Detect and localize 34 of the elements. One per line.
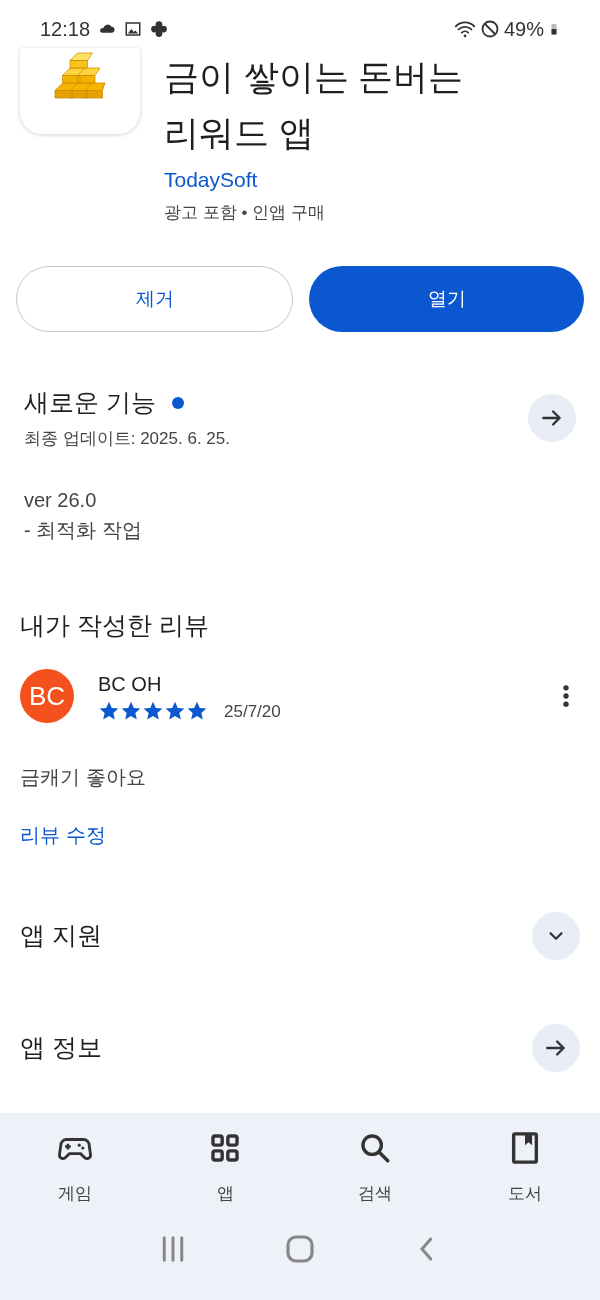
nav-tab[interactable]: 게임 (0, 1131, 150, 1207)
edit-review-link[interactable]: 리뷰 수정 (20, 820, 106, 850)
avatar: BC (20, 669, 74, 724)
arrow-button[interactable] (532, 1024, 580, 1072)
app-notes: 광고 포함 • 인앱 구매 (164, 201, 326, 224)
image-icon (124, 20, 143, 38)
nav-tab[interactable]: 앱 (150, 1131, 300, 1207)
block-icon (479, 19, 500, 39)
battery-text: 49% (503, 17, 544, 42)
app-title-line: 리워드 앱 (164, 112, 315, 154)
home-icon[interactable] (284, 1232, 316, 1265)
release-note: ver 26.0 (24, 488, 98, 513)
new-dot (171, 396, 184, 409)
apps-grid-icon (208, 1131, 242, 1165)
release-note: - 최적화 작업 (24, 518, 143, 543)
section-title: 새로운 기능 (24, 387, 156, 418)
reviewer-name: BC OH (98, 671, 163, 697)
review-text: 금캐기 좋아요 (20, 765, 147, 790)
section-title: 내가 작성한 리뷰 (20, 610, 210, 641)
nav-tab[interactable]: 검색 (300, 1131, 450, 1207)
nav-tab[interactable]: 도서 (450, 1131, 600, 1207)
arrow-button[interactable] (528, 393, 576, 442)
section-title: 앱 지원 (20, 920, 102, 952)
update-date: 최종 업데이트: 2025. 6. 25. (24, 427, 230, 450)
open-button[interactable]: 열기 (309, 266, 584, 332)
clock-text: 12:18 (40, 17, 91, 42)
section-title: 앱 정보 (20, 1032, 102, 1064)
uninstall-button[interactable]: 제거 (16, 266, 293, 332)
expand-button[interactable] (532, 912, 580, 960)
developer-link[interactable]: TodaySoft (164, 164, 464, 196)
review-date: 25/7/20 (224, 700, 281, 723)
app-title-line: 금이 쌓이는 돈버는 (164, 56, 464, 98)
flower-icon (150, 20, 169, 38)
search-icon (358, 1131, 392, 1165)
